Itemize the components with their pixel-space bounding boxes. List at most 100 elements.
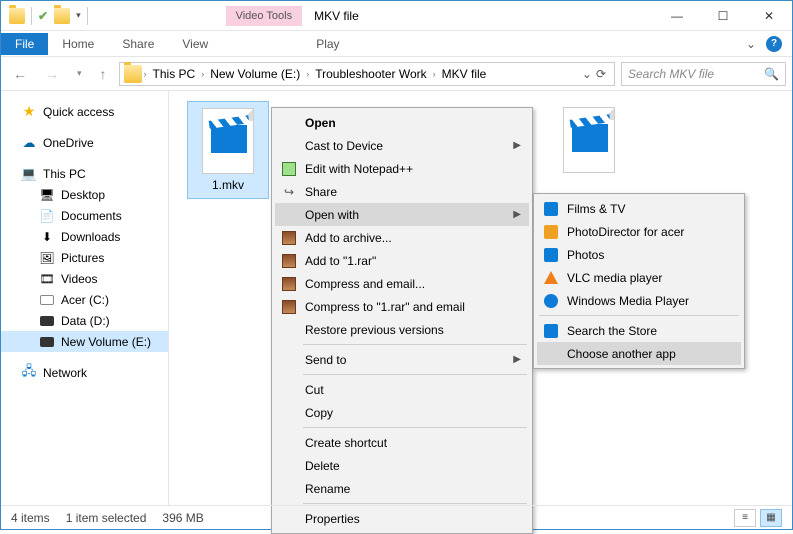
star-icon: ★ [21, 104, 37, 120]
menu-cut[interactable]: Cut [275, 378, 529, 401]
pc-icon: 💻 [21, 166, 37, 182]
videos-icon: 🎞 [39, 271, 55, 287]
sidebar-pictures[interactable]: 🖼Pictures [1, 247, 168, 268]
sidebar-downloads[interactable]: ⬇Downloads [1, 226, 168, 247]
menu-cast[interactable]: Cast to Device▶ [275, 134, 529, 157]
help-icon[interactable]: ? [766, 36, 782, 52]
search-input[interactable]: Search MKV file 🔍 [621, 62, 786, 86]
status-bar: 4 items 1 item selected 396 MB ≡ ▦ [1, 505, 792, 529]
sidebar-onedrive[interactable]: ☁OneDrive [1, 132, 168, 153]
sidebar-desktop[interactable]: 🖥Desktop [1, 184, 168, 205]
menu-restore[interactable]: Restore previous versions [275, 318, 529, 341]
photos-icon [543, 247, 559, 263]
submenu-search-store[interactable]: Search the Store [537, 319, 741, 342]
menu-compress-rar-email[interactable]: Compress to "1.rar" and email [275, 295, 529, 318]
menu-delete[interactable]: Delete [275, 454, 529, 477]
close-button[interactable]: ✕ [746, 1, 792, 31]
notepad-icon [281, 161, 297, 177]
sidebar-this-pc[interactable]: 💻This PC [1, 163, 168, 184]
crumb-current[interactable]: MKV file [438, 65, 491, 83]
menu-compress-email[interactable]: Compress and email... [275, 272, 529, 295]
ribbon-file-tab[interactable]: File [1, 33, 48, 55]
menu-rename[interactable]: Rename [275, 477, 529, 500]
drive-icon [39, 334, 55, 350]
recent-dropdown-icon[interactable]: ▾ [71, 66, 88, 81]
sidebar-documents[interactable]: 📄Documents [1, 205, 168, 226]
chevron-right-icon: ▶ [513, 140, 521, 151]
store-icon [543, 323, 559, 339]
ribbon: File Home Share View Play ⌄ ? [1, 31, 792, 57]
menu-open[interactable]: Open [275, 111, 529, 134]
menu-add-archive[interactable]: Add to archive... [275, 226, 529, 249]
forward-button[interactable]: → [39, 64, 65, 84]
file-item[interactable] [559, 107, 619, 177]
pictures-icon: 🖼 [39, 250, 55, 266]
status-size: 396 MB [162, 511, 203, 525]
sidebar-network[interactable]: 🖧Network [1, 362, 168, 383]
contextual-tab-label: Video Tools [226, 6, 302, 26]
open-with-submenu: Films & TV PhotoDirector for acer Photos… [533, 193, 745, 369]
file-name-label: 1.mkv [190, 178, 266, 192]
documents-icon: 📄 [39, 208, 55, 224]
search-placeholder: Search MKV file [628, 67, 764, 81]
network-icon: 🖧 [21, 365, 37, 381]
file-item-selected[interactable]: 1.mkv [187, 101, 269, 199]
folder-icon[interactable] [9, 8, 25, 24]
submenu-photodirector[interactable]: PhotoDirector for acer [537, 220, 741, 243]
context-menu: Open Cast to Device▶ Edit with Notepad++… [271, 107, 533, 534]
properties-qa-icon[interactable]: ✔ [38, 9, 48, 23]
quick-access-toolbar: ✔ ▾ [1, 7, 96, 25]
crumb-this-pc[interactable]: This PC [149, 65, 200, 83]
ribbon-share-tab[interactable]: Share [108, 33, 168, 55]
downloads-icon: ⬇ [39, 229, 55, 245]
films-tv-icon [543, 201, 559, 217]
ribbon-expand-icon[interactable]: ⌄ [746, 37, 756, 51]
icons-view-button[interactable]: ▦ [760, 509, 782, 527]
menu-create-shortcut[interactable]: Create shortcut [275, 431, 529, 454]
cloud-icon: ☁ [21, 135, 37, 151]
maximize-button[interactable]: ☐ [700, 1, 746, 31]
sidebar-videos[interactable]: 🎞Videos [1, 268, 168, 289]
vlc-icon [543, 270, 559, 286]
breadcrumb-dropdown-icon[interactable]: ⌄ [582, 67, 592, 81]
sidebar-drive-c[interactable]: Acer (C:) [1, 289, 168, 310]
ribbon-play-tab[interactable]: Play [302, 33, 353, 55]
details-view-button[interactable]: ≡ [734, 509, 756, 527]
ribbon-home-tab[interactable]: Home [48, 33, 108, 55]
ribbon-view-tab[interactable]: View [168, 33, 222, 55]
chevron-right-icon: ▶ [513, 209, 521, 220]
submenu-films-tv[interactable]: Films & TV [537, 197, 741, 220]
drive-icon [39, 292, 55, 308]
submenu-choose-app[interactable]: Choose another app [537, 342, 741, 365]
new-folder-qa-icon[interactable] [54, 8, 70, 24]
qa-dropdown-icon[interactable]: ▾ [76, 10, 81, 21]
submenu-wmp[interactable]: Windows Media Player [537, 289, 741, 312]
menu-edit-notepad[interactable]: Edit with Notepad++ [275, 157, 529, 180]
winrar-icon [281, 230, 297, 246]
menu-copy[interactable]: Copy [275, 401, 529, 424]
breadcrumb[interactable]: › This PC › New Volume (E:) › Troublesho… [119, 62, 615, 86]
back-button[interactable]: ← [7, 64, 33, 84]
sidebar-quick-access[interactable]: ★Quick access [1, 101, 168, 122]
sidebar-drive-e[interactable]: New Volume (E:) [1, 331, 168, 352]
crumb-volume[interactable]: New Volume (E:) [206, 65, 304, 83]
menu-send-to[interactable]: Send to▶ [275, 348, 529, 371]
minimize-button[interactable]: — [654, 1, 700, 31]
menu-share[interactable]: ↪Share [275, 180, 529, 203]
sidebar-drive-d[interactable]: Data (D:) [1, 310, 168, 331]
share-icon: ↪ [281, 184, 297, 200]
up-button[interactable]: ↑ [94, 64, 113, 84]
nav-row: ← → ▾ ↑ › This PC › New Volume (E:) › Tr… [1, 57, 792, 91]
refresh-icon[interactable]: ⟳ [596, 67, 606, 81]
menu-open-with[interactable]: Open with▶ [275, 203, 529, 226]
submenu-photos[interactable]: Photos [537, 243, 741, 266]
menu-add-rar[interactable]: Add to "1.rar" [275, 249, 529, 272]
window-title: MKV file [314, 9, 359, 23]
status-item-count: 4 items [11, 511, 50, 525]
drive-icon [39, 313, 55, 329]
submenu-vlc[interactable]: VLC media player [537, 266, 741, 289]
crumb-folder[interactable]: Troubleshooter Work [311, 65, 430, 83]
winrar-icon [281, 276, 297, 292]
sidebar: ★Quick access ☁OneDrive 💻This PC 🖥Deskto… [1, 91, 169, 505]
winrar-icon [281, 253, 297, 269]
